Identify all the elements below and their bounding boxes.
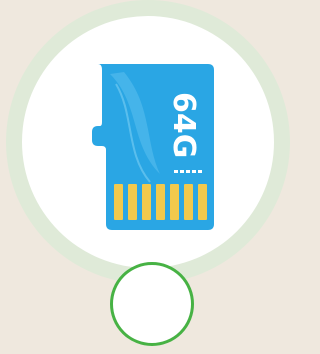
screen: 64G bbox=[0, 0, 296, 354]
radio-circle-icon[interactable] bbox=[110, 262, 194, 346]
microsd-card-icon: 64G bbox=[90, 64, 216, 232]
microsd-card-graphic: 64G bbox=[92, 64, 214, 230]
capacity-label: 64G bbox=[166, 92, 201, 158]
